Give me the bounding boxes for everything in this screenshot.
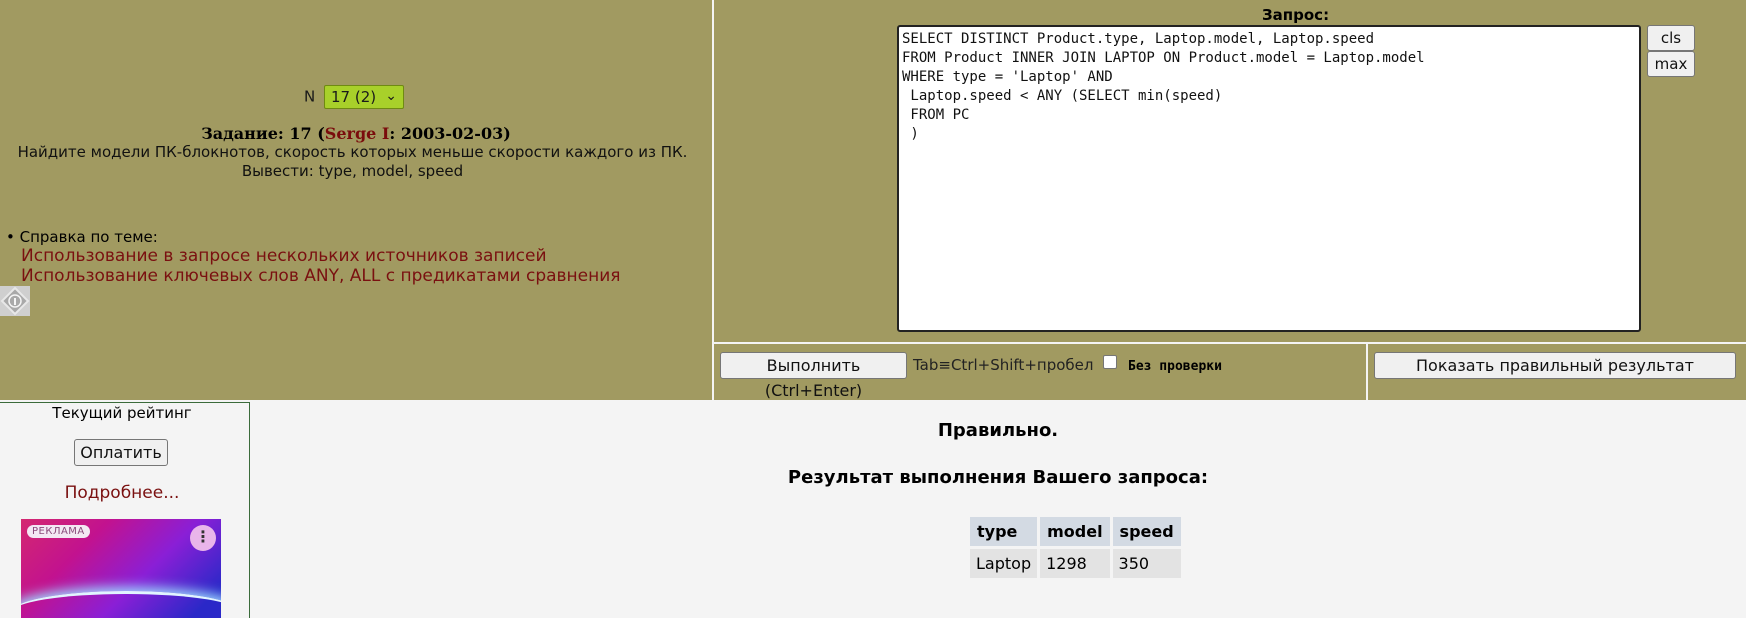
help-link-any-all[interactable]: Использование ключевых слов ANY, ALL с п… bbox=[21, 266, 621, 286]
no-check-checkbox[interactable] bbox=[1103, 355, 1117, 369]
table-header-row: type model speed bbox=[970, 517, 1181, 546]
help-section: • Справка по теме: Использование в запро… bbox=[6, 228, 621, 286]
query-editor[interactable]: SELECT DISTINCT Product.type, Laptop.mod… bbox=[897, 25, 1641, 332]
task-title-prefix: Задание: 17 ( bbox=[201, 124, 325, 143]
table-cell: 350 bbox=[1112, 549, 1181, 578]
task-title-suffix: : 2003-02-03) bbox=[389, 124, 511, 143]
task-number-select[interactable]: 17 (2) ⌄ bbox=[324, 85, 405, 109]
ad-badge: РЕКЛАМА bbox=[27, 525, 90, 538]
table-cell: Laptop bbox=[970, 549, 1038, 578]
result-table: type model speed Laptop 1298 350 bbox=[967, 514, 1184, 581]
task-output-line: Вывести: type, model, speed bbox=[241, 162, 464, 180]
task-number-value: 17 (2) bbox=[331, 88, 377, 106]
no-check-label: Без проверки bbox=[1128, 359, 1222, 374]
task-number-label: N bbox=[304, 87, 316, 106]
column-header: model bbox=[1040, 517, 1110, 546]
help-heading: • Справка по теме: bbox=[6, 228, 158, 246]
maximize-button[interactable]: max bbox=[1647, 51, 1695, 77]
ad-glow bbox=[21, 591, 221, 618]
chevron-down-icon: ⌄ bbox=[385, 88, 398, 104]
pay-button[interactable]: Оплатить bbox=[74, 439, 168, 466]
table-row: Laptop 1298 350 bbox=[970, 549, 1181, 578]
rating-label: Текущий рейтинг bbox=[52, 404, 192, 422]
clear-button[interactable]: cls bbox=[1647, 25, 1695, 51]
task-author-link[interactable]: Serge I bbox=[325, 124, 390, 143]
ad-menu-icon[interactable]: ⋮ bbox=[190, 525, 216, 551]
info-icon[interactable] bbox=[0, 286, 30, 316]
more-link[interactable]: Подробнее... bbox=[0, 483, 244, 503]
show-correct-result-button[interactable]: Показать правильный результат bbox=[1374, 352, 1736, 379]
task-description-line: Найдите модели ПК-блокнотов, скорость ко… bbox=[17, 143, 688, 161]
result-title: Результат выполнения Вашего запроса: bbox=[787, 467, 1209, 488]
task-description: Найдите модели ПК-блокнотов, скорость ко… bbox=[0, 143, 705, 181]
query-label: Запрос: bbox=[1262, 6, 1330, 24]
ad-banner[interactable]: РЕКЛАМА ⋮ bbox=[21, 519, 221, 618]
result-status: Правильно. bbox=[937, 420, 1059, 441]
help-link-sources[interactable]: Использование в запросе нескольких источ… bbox=[21, 246, 621, 266]
task-panel bbox=[0, 0, 712, 400]
task-title: Задание: 17 (Serge I: 2003-02-03) bbox=[0, 124, 712, 143]
column-header: type bbox=[970, 517, 1038, 546]
task-number-row: N 17 (2) ⌄ bbox=[304, 85, 405, 109]
column-header: speed bbox=[1112, 517, 1181, 546]
tab-hint: Tab≡Ctrl+Shift+пробел bbox=[913, 356, 1094, 374]
table-cell: 1298 bbox=[1040, 549, 1110, 578]
run-query-button[interactable]: Выполнить (Ctrl+Enter) bbox=[720, 352, 907, 400]
